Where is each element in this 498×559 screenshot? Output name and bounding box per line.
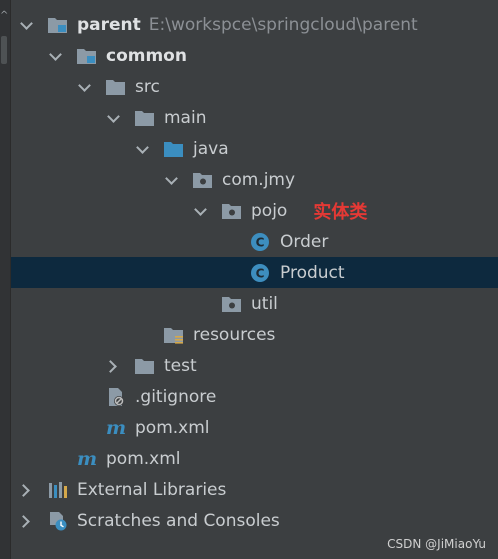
scratches-icon xyxy=(47,511,69,531)
package-folder-icon xyxy=(221,294,243,314)
tree-label-common: common xyxy=(106,45,187,66)
tree-label-test: test xyxy=(164,355,197,376)
chevron-down-icon[interactable] xyxy=(19,18,33,32)
tree-row-common[interactable]: common xyxy=(11,40,498,71)
tree-label-order: Order xyxy=(280,231,329,252)
tree-label-pojo: pojo xyxy=(251,200,288,221)
project-path: E:\workspce\springcloud\parent xyxy=(148,14,418,35)
tree-label-pom-root: pom.xml xyxy=(106,448,181,469)
svg-text:m: m xyxy=(106,418,126,438)
folder-icon xyxy=(105,77,127,97)
tree-row-package[interactable]: com.jmy xyxy=(11,164,498,195)
tree-label-parent: parent xyxy=(77,14,141,35)
package-folder-icon xyxy=(221,201,243,221)
project-tree: parent E:\workspce\springcloud\parent co… xyxy=(11,9,498,536)
library-icon xyxy=(47,480,69,500)
annotation-label: 实体类 xyxy=(313,201,368,223)
chevron-right-icon[interactable] xyxy=(19,483,33,497)
tree-row-resources[interactable]: resources xyxy=(11,319,498,350)
tree-row-java[interactable]: java xyxy=(11,133,498,164)
chevron-down-icon[interactable] xyxy=(106,111,120,125)
tree-label-product: Product xyxy=(280,262,345,283)
tree-row-pom-module[interactable]: m pom.xml xyxy=(11,412,498,443)
maven-icon: m xyxy=(76,449,98,469)
svg-text:C: C xyxy=(256,235,265,249)
left-tool-strip: ^ xyxy=(0,0,11,559)
tree-row-product[interactable]: C Product xyxy=(11,257,498,288)
tree-label-gitignore: .gitignore xyxy=(135,386,217,407)
chevron-down-icon[interactable] xyxy=(135,142,149,156)
chevron-right-icon[interactable] xyxy=(106,359,120,373)
folder-icon xyxy=(134,108,156,128)
tool-window-grip[interactable] xyxy=(1,36,7,64)
chevron-up-icon[interactable]: ^ xyxy=(0,10,8,30)
class-icon: C xyxy=(250,232,272,252)
tree-label-java: java xyxy=(193,138,229,159)
chevron-down-icon[interactable] xyxy=(164,173,178,187)
resources-folder-icon xyxy=(163,325,185,345)
chevron-down-icon[interactable] xyxy=(77,80,91,94)
chevron-right-icon[interactable] xyxy=(19,514,33,528)
tree-row-main[interactable]: main xyxy=(11,102,498,133)
package-folder-icon xyxy=(192,170,214,190)
module-folder-icon xyxy=(47,15,69,35)
folder-icon xyxy=(134,356,156,376)
tree-label-package: com.jmy xyxy=(222,169,296,190)
svg-text:m: m xyxy=(77,449,97,469)
svg-text:C: C xyxy=(256,266,265,280)
tree-row-pom-root[interactable]: m pom.xml xyxy=(11,443,498,474)
tree-row-external-libraries[interactable]: External Libraries xyxy=(11,474,498,505)
tree-label-util: util xyxy=(251,293,278,314)
chevron-down-icon[interactable] xyxy=(48,49,62,63)
source-folder-icon xyxy=(163,139,185,159)
tree-row-order[interactable]: C Order xyxy=(11,226,498,257)
tree-label-src: src xyxy=(135,76,160,97)
tree-row-test[interactable]: test xyxy=(11,350,498,381)
tree-row-scratches[interactable]: Scratches and Consoles xyxy=(11,505,498,536)
tree-label-resources: resources xyxy=(193,324,276,345)
chevron-down-icon[interactable] xyxy=(193,204,207,218)
tree-row-util[interactable]: util xyxy=(11,288,498,319)
module-folder-icon xyxy=(76,46,98,66)
tree-label-main: main xyxy=(164,107,207,128)
tree-row-parent[interactable]: parent E:\workspce\springcloud\parent xyxy=(11,9,498,40)
tree-label-external-libraries: External Libraries xyxy=(77,479,227,500)
ignore-file-icon xyxy=(105,387,127,407)
tree-row-pojo[interactable]: pojo 实体类 xyxy=(11,195,498,226)
watermark: CSDN @JiMiaoYu xyxy=(387,537,486,551)
tree-row-gitignore[interactable]: .gitignore xyxy=(11,381,498,412)
tree-label-pom-module: pom.xml xyxy=(135,417,210,438)
tree-label-scratches: Scratches and Consoles xyxy=(77,510,280,531)
class-icon: C xyxy=(250,263,272,283)
tree-row-src[interactable]: src xyxy=(11,71,498,102)
maven-icon: m xyxy=(105,418,127,438)
